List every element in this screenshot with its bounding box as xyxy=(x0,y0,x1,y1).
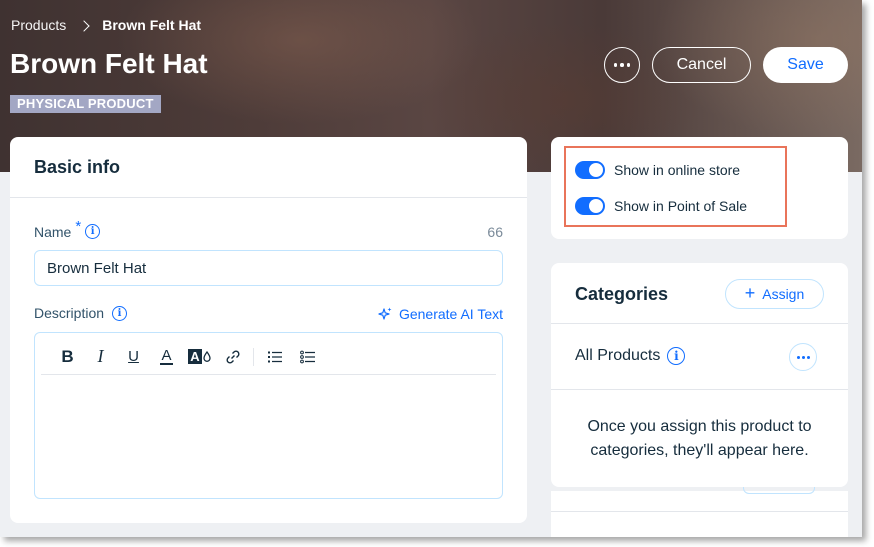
page-title: Brown Felt Hat xyxy=(10,48,208,79)
pos-toggle[interactable] xyxy=(575,197,605,215)
underline-button[interactable]: U xyxy=(117,342,150,372)
italic-button[interactable]: I xyxy=(84,342,117,372)
bold-button[interactable]: B xyxy=(51,342,84,372)
numbered-list-icon xyxy=(267,351,282,362)
more-horizontal-icon xyxy=(613,63,618,67)
toolbar-divider xyxy=(253,347,254,366)
divider xyxy=(551,511,848,512)
categories-title: Categories xyxy=(575,284,669,304)
description-label: Description xyxy=(34,305,105,321)
info-icon[interactable]: i xyxy=(85,224,101,239)
sparkle-icon xyxy=(378,307,392,320)
basic-info-card: Basic info Name * i 66 Brown Felt Hat De… xyxy=(10,137,527,523)
next-card-partial xyxy=(551,487,848,537)
plus-icon: + xyxy=(744,283,756,303)
chevron-right-icon xyxy=(78,19,90,32)
name-label-group: Name * i xyxy=(34,218,101,240)
description-editor[interactable]: B I U A A xyxy=(34,332,503,499)
online-store-label: Show in online store xyxy=(614,162,741,178)
rich-text-toolbar: B I U A A xyxy=(41,339,496,375)
pos-toggle-row: Show in Point of Sale xyxy=(575,197,747,215)
bulleted-list-button[interactable] xyxy=(291,342,324,372)
text-color-button[interactable]: A xyxy=(150,342,183,372)
category-item: All Products i xyxy=(575,347,686,365)
more-horizontal-icon xyxy=(796,355,800,359)
text-color-icon: A xyxy=(160,346,173,365)
divider xyxy=(551,389,848,390)
app-window: Products Brown Felt Hat Brown Felt Hat P… xyxy=(0,0,862,537)
name-input-value: Brown Felt Hat xyxy=(47,259,147,277)
more-actions-button[interactable] xyxy=(604,47,640,83)
basic-info-title: Basic info xyxy=(10,137,527,198)
generate-ai-text-button[interactable]: Generate AI Text xyxy=(377,306,503,322)
name-input[interactable]: Brown Felt Hat xyxy=(34,250,503,286)
online-store-toggle[interactable] xyxy=(575,161,605,179)
product-type-badge: PHYSICAL PRODUCT xyxy=(10,95,161,113)
bulleted-list-icon xyxy=(299,350,315,363)
required-asterisk: * xyxy=(75,218,82,235)
category-more-button[interactable] xyxy=(789,343,817,371)
categories-empty-message: Once you assign this product to categori… xyxy=(587,418,812,459)
breadcrumb: Products Brown Felt Hat xyxy=(11,17,201,33)
drop-icon xyxy=(203,351,211,362)
description-label-group: Description i xyxy=(34,305,128,321)
highlight-color-icon: A xyxy=(188,349,202,364)
pos-label: Show in Point of Sale xyxy=(614,198,748,214)
info-icon[interactable]: i xyxy=(667,347,686,365)
breadcrumb-products-link[interactable]: Products xyxy=(11,17,66,33)
categories-card: Categories + Assign All Products i Once … xyxy=(551,263,848,487)
breadcrumb-current: Brown Felt Hat xyxy=(102,17,202,33)
name-char-count: 66 xyxy=(487,224,503,240)
partial-button xyxy=(743,487,815,494)
online-store-toggle-row: Show in online store xyxy=(575,161,740,179)
generate-ai-text-label: Generate AI Text xyxy=(398,306,503,322)
info-icon[interactable]: i xyxy=(112,305,128,321)
numbered-list-button[interactable] xyxy=(258,342,291,372)
save-button[interactable]: Save xyxy=(763,47,848,83)
assign-label: Assign xyxy=(762,286,805,302)
link-button[interactable] xyxy=(216,342,249,372)
link-icon xyxy=(225,349,240,364)
name-label: Name xyxy=(34,223,72,240)
divider xyxy=(551,323,848,324)
cancel-button[interactable]: Cancel xyxy=(652,47,751,83)
category-item-label: All Products xyxy=(575,347,661,364)
assign-category-button[interactable]: + Assign xyxy=(725,279,824,309)
highlight-color-button[interactable]: A xyxy=(183,342,216,372)
